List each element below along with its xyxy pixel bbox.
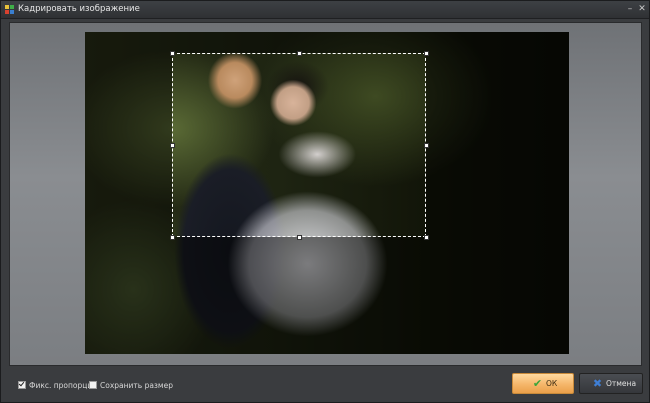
app-logo-icon <box>5 5 14 14</box>
bottom-toolbar: Фикс. пропорции Сохранить размер ✔ ОК ✖ … <box>1 368 649 402</box>
x-icon: ✖ <box>592 377 603 390</box>
crop-shade-left <box>85 53 172 237</box>
crop-handle-top-right[interactable] <box>424 51 429 56</box>
ok-button[interactable]: ✔ ОК <box>512 373 574 394</box>
crop-handle-bottom-right[interactable] <box>424 235 429 240</box>
crop-handle-bottom-left[interactable] <box>170 235 175 240</box>
crop-shade-right <box>426 53 569 237</box>
crop-shade-top <box>85 32 569 53</box>
cancel-button[interactable]: ✖ Отмена <box>579 373 643 394</box>
crop-selection[interactable] <box>172 53 426 237</box>
crop-dialog-window: Кадрировать изображение – ✕ Фикс. пропор… <box>0 0 650 403</box>
checkmark-icon: ✔ <box>532 377 543 390</box>
crop-handle-top-left[interactable] <box>170 51 175 56</box>
image-canvas-area <box>9 22 642 366</box>
keep-size-label: Сохранить размер <box>100 381 173 390</box>
crop-handle-left[interactable] <box>170 143 175 148</box>
fix-proportions-checkbox[interactable]: Фикс. пропорции <box>18 381 97 391</box>
crop-shade-bottom <box>85 237 569 354</box>
ok-button-label: ОК <box>546 379 558 388</box>
crop-handle-right[interactable] <box>424 143 429 148</box>
cancel-button-label: Отмена <box>606 379 637 388</box>
crop-handle-top[interactable] <box>297 51 302 56</box>
keep-size-checkbox[interactable]: Сохранить размер <box>89 381 173 391</box>
window-title: Кадрировать изображение <box>18 4 140 14</box>
minimize-button[interactable]: – <box>625 3 635 15</box>
checkbox-unchecked-icon[interactable] <box>89 381 97 389</box>
photo-preview <box>85 32 569 354</box>
close-button[interactable]: ✕ <box>637 3 647 15</box>
checkbox-checked-icon[interactable] <box>18 381 26 389</box>
fix-proportions-label: Фикс. пропорции <box>29 381 98 390</box>
crop-handle-bottom[interactable] <box>297 235 302 240</box>
title-bar: Кадрировать изображение – ✕ <box>1 1 649 19</box>
